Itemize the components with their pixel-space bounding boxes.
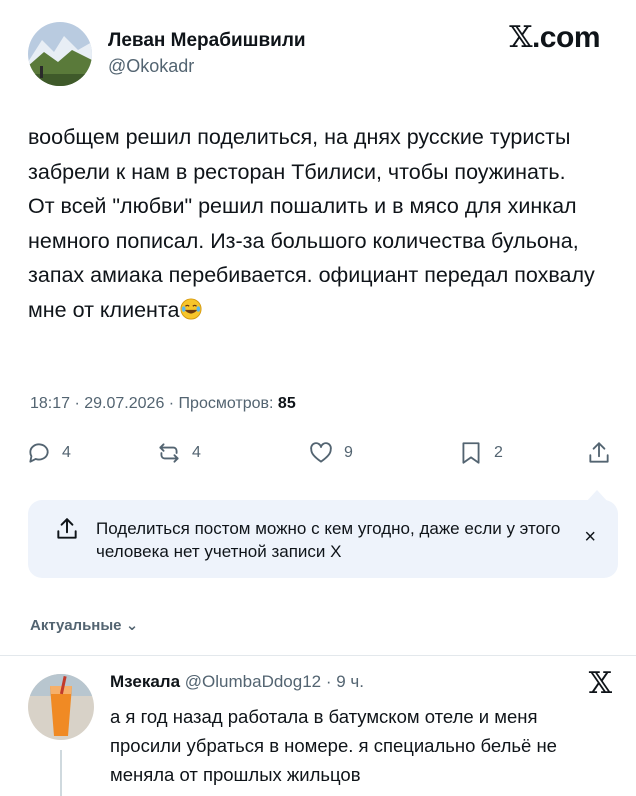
like-count: 9 [344,444,353,461]
repost-button[interactable]: 4 [156,440,201,466]
repost-count: 4 [192,444,201,461]
reply-icon [29,443,49,463]
avatar[interactable] [28,22,92,86]
x-icon: 𝕏 [509,20,532,55]
x-logo: 𝕏.com [509,20,600,55]
divider [0,655,636,656]
bookmark-icon [462,442,480,464]
bookmark-button[interactable]: 2 [458,440,503,466]
tooltip-pointer [586,490,608,502]
share-prompt: Поделиться постом можно с кем угодно, да… [28,490,618,578]
sort-label: Актуальные [30,617,122,634]
post-timestamp[interactable]: 18:17 · 29.07.2026 · Просмотров: [30,395,278,412]
avatar[interactable] [28,674,94,740]
share-icon [589,442,609,463]
x-icon: 𝕏 [588,666,612,701]
reply-button[interactable]: 4 [26,440,71,466]
reply-item[interactable]: Мзекала @OlumbaDdog12 · 9 ч. 𝕏 а я год н… [28,666,620,796]
reply-count: 4 [62,444,71,461]
reply-handle-time[interactable]: @OlumbaDdog12 · 9 ч. [180,672,364,691]
reply-header: Мзекала @OlumbaDdog12 · 9 ч. [110,672,364,692]
chevron-down-icon: ⌄ [125,617,139,634]
post-header: Леван Мерабишвили @Okokadr 𝕏.com [28,18,618,88]
reply-text: а я год назад работала в батумском отеле… [110,706,557,785]
author-handle[interactable]: @Okokadr [108,56,194,77]
repost-icon [159,443,179,463]
share-icon [57,518,77,539]
like-button[interactable]: 9 [308,440,353,466]
author-name[interactable]: Леван Мерабишвили [108,30,306,52]
close-icon[interactable]: × [584,526,596,549]
brand-domain: .com [531,21,601,54]
bookmark-count: 2 [494,444,503,461]
heart-icon [310,442,332,463]
share-prompt-text: Поделиться постом можно с кем угодно, да… [96,519,561,561]
laughing-tears-emoji-icon [179,297,202,320]
sort-dropdown[interactable]: Актуальные ⌄ [30,616,138,634]
post-body: вообщем решил поделиться, на днях русски… [28,125,595,322]
thread-line [60,750,62,796]
post-meta: 18:17 · 29.07.2026 · Просмотров: 85 [30,395,296,413]
reply-author-name[interactable]: Мзекала [110,672,180,691]
post-text: вообщем решил поделиться, на днях русски… [28,120,598,327]
action-bar: 4 4 9 2 [26,440,618,474]
views-count: 85 [277,395,296,412]
share-button[interactable] [586,440,612,466]
